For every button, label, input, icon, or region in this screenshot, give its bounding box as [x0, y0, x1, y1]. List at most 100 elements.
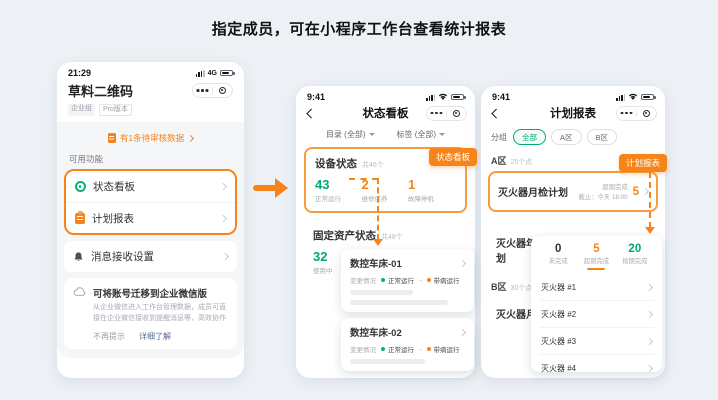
- status-dot-orange: [427, 347, 431, 351]
- bell-icon: [73, 251, 84, 263]
- chevron-right-icon: [220, 183, 227, 190]
- canvas: 指定成员，可在小程序工作台查看统计报表 21:29 4G 草料二维码 企业组 P…: [0, 0, 718, 400]
- more-icon[interactable]: [625, 112, 628, 115]
- signal-icon: [616, 94, 625, 101]
- menu-label: 消息接收设置: [91, 249, 154, 264]
- stat-label: 故障停机: [408, 193, 455, 203]
- flow-arrow-icon: [253, 175, 291, 201]
- chevron-right-icon: [220, 215, 227, 222]
- status-bar: 9:41: [296, 86, 475, 102]
- close-circle-icon[interactable]: [453, 110, 460, 117]
- chevron-right-icon: [459, 328, 466, 335]
- list-item[interactable]: 灭火器 #4: [539, 354, 654, 381]
- item-label: 灭火器 #2: [541, 309, 576, 320]
- nav-bar: 状态看板: [296, 102, 475, 124]
- chevron-right-icon: [187, 135, 194, 142]
- plan-title: 灭火器月检计划: [498, 184, 579, 199]
- tab-not-done[interactable]: 0 未完成: [539, 243, 577, 270]
- clock: 21:29: [68, 68, 91, 78]
- list-item[interactable]: 灭火器 #3: [539, 327, 654, 354]
- menu-item-status-board[interactable]: 状态看板: [66, 171, 235, 202]
- chip-zone-a[interactable]: A区: [551, 129, 582, 145]
- close-circle-icon[interactable]: [219, 87, 226, 94]
- chevron-right-icon: [646, 310, 653, 317]
- list-item[interactable]: 灭火器 #2: [539, 300, 654, 327]
- card-title: 设备状态: [315, 156, 357, 171]
- back-icon[interactable]: [307, 108, 316, 117]
- arrow-right-icon: →: [417, 346, 424, 353]
- machine-title: 数控车床-02: [350, 325, 402, 339]
- plan-count: 5: [633, 186, 639, 198]
- machine-card[interactable]: 数控车床-02 变更情况 正常运行 → 带病运行: [341, 318, 474, 371]
- zone-count: 30个点: [511, 283, 533, 293]
- more-icon[interactable]: [201, 89, 204, 92]
- placeholder-bar: [350, 290, 413, 295]
- phone-plan-report: 9:41 计划报表 分组 全部 A区 B区 A区 25个点 灭火: [481, 86, 665, 378]
- stat-value: 0: [539, 243, 577, 255]
- miniprogram-capsule[interactable]: [426, 106, 467, 121]
- chevron-right-icon: [459, 259, 466, 266]
- stat-value: 1: [408, 177, 455, 192]
- tab-on-time-done[interactable]: 20 按期完成: [616, 243, 654, 270]
- status-to: 带病运行: [434, 344, 460, 354]
- plan-deadline: 截止：今天 18:00: [579, 192, 628, 201]
- machine-title: 数控车床-01: [350, 256, 402, 270]
- section-label: 可用功能: [57, 148, 244, 169]
- list-item[interactable]: 灭火器 #1: [539, 274, 654, 300]
- wifi-icon: [438, 93, 448, 101]
- group-filter-bar: 分组 全部 A区 B区: [481, 124, 665, 148]
- back-icon[interactable]: [492, 108, 501, 117]
- plan-card-monthly[interactable]: 灭火器月检计划 超期完成 截止：今天 18:00 5: [488, 171, 658, 212]
- chevron-right-icon: [642, 188, 649, 195]
- filter-label: 标签 (全部): [397, 129, 437, 140]
- status-bar: 9:41: [481, 86, 665, 102]
- filter-label: 目录 (全部): [326, 129, 366, 140]
- phone-status-board: 9:41 状态看板 目录 (全部) 标签 (全部): [296, 86, 475, 378]
- status-dot-orange: [427, 278, 431, 282]
- card-title: 固定资产状态: [313, 228, 376, 243]
- chip-zone-b[interactable]: B区: [587, 129, 618, 145]
- close-circle-icon[interactable]: [643, 110, 650, 117]
- zone-name: B区: [491, 280, 507, 293]
- plan-detail-popup: 0 未完成 5 超期完成 20 按期完成 灭火器 #1: [531, 236, 662, 372]
- item-label: 灭火器 #4: [541, 363, 576, 374]
- chevron-right-icon: [646, 283, 653, 290]
- group-filter-label: 分组: [491, 132, 507, 143]
- item-label: 灭火器 #1: [541, 282, 576, 293]
- status-board-badge: 状态看板: [429, 148, 477, 166]
- plan-status: 超期完成: [579, 182, 628, 191]
- status-dot-green: [381, 347, 385, 351]
- page-title: 指定成员，可在小程序工作台查看统计报表: [0, 18, 718, 39]
- workbench-body: 有1条待审核数据 可用功能 状态看板 计划报表 消息接: [57, 122, 244, 358]
- miniprogram-capsule[interactable]: [616, 106, 657, 121]
- nav-title: 状态看板: [363, 105, 409, 121]
- stat-label: 超期完成: [577, 256, 615, 265]
- change-label: 变更情况: [350, 344, 376, 354]
- status-to: 带病运行: [434, 275, 460, 285]
- more-icon[interactable]: [435, 112, 438, 115]
- menu-item-plan-report[interactable]: 计划报表: [66, 202, 235, 233]
- menu-item-message-settings[interactable]: 消息接收设置: [64, 241, 237, 272]
- pending-review-notice[interactable]: 有1条待审核数据: [57, 132, 244, 144]
- app-header: 草料二维码 企业组 Pro版本: [57, 78, 244, 122]
- dismiss-link[interactable]: 不再提示: [93, 331, 125, 342]
- network-type: 4G: [208, 70, 217, 77]
- migration-title: 可将账号迁移到企业微信版: [93, 286, 228, 300]
- nav-bar: 计划报表: [481, 102, 665, 124]
- message-settings-card: 消息接收设置: [64, 241, 237, 272]
- stat-value: 20: [616, 243, 654, 255]
- notice-text: 有1条待审核数据: [120, 132, 184, 144]
- card-count: 共46个: [362, 160, 384, 170]
- filter-tag[interactable]: 标签 (全部): [397, 129, 446, 140]
- filter-directory[interactable]: 目录 (全部): [326, 129, 375, 140]
- machine-card[interactable]: 数控车床-01 变更情况 正常运行 → 带病运行: [341, 249, 474, 312]
- tab-overdue-done[interactable]: 5 超期完成: [577, 243, 615, 270]
- cloud-icon: [73, 286, 87, 297]
- learn-more-link[interactable]: 详细了解: [139, 331, 171, 342]
- stat-label: 未完成: [539, 256, 577, 265]
- dashed-connector: [377, 178, 379, 240]
- chip-all[interactable]: 全部: [513, 129, 546, 145]
- miniprogram-capsule[interactable]: [192, 83, 233, 98]
- app-title: 草料二维码: [68, 81, 133, 100]
- change-label: 变更情况: [350, 275, 376, 285]
